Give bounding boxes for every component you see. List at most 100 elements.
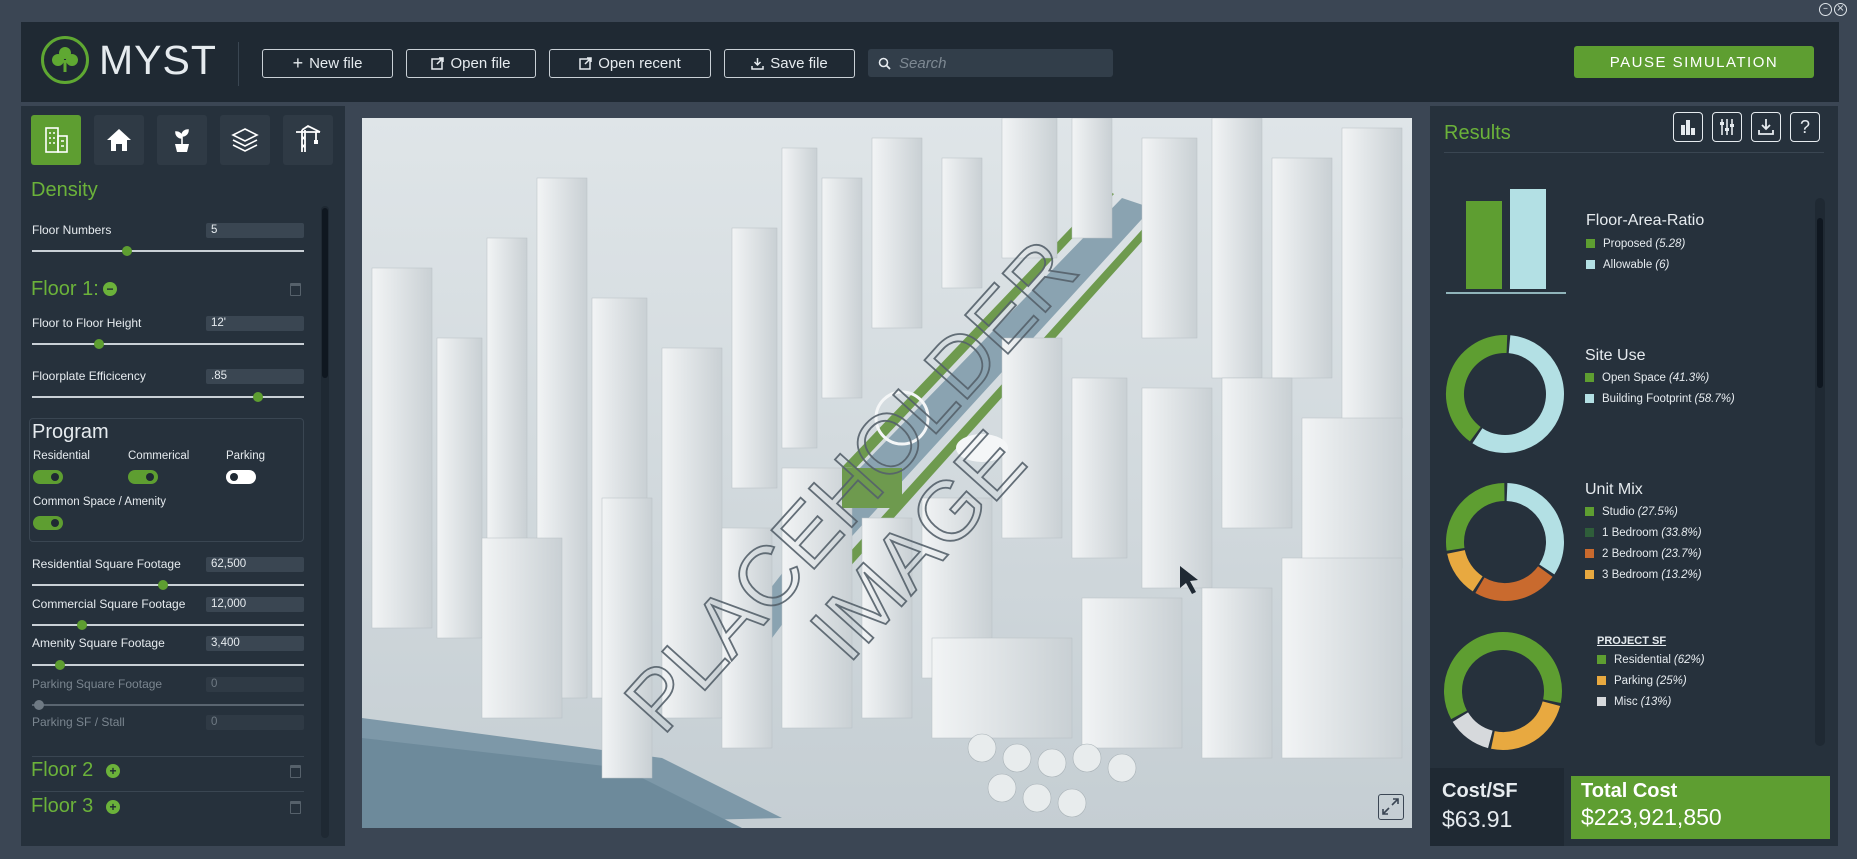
- floor-3-title[interactable]: Floor 3: [31, 795, 93, 818]
- bar-chart-icon[interactable]: [1673, 112, 1703, 142]
- trash-icon[interactable]: [290, 283, 301, 296]
- save-file-button[interactable]: Save file: [724, 49, 855, 78]
- scrollbar-thumb[interactable]: [1817, 218, 1823, 388]
- legend-swatch: [1585, 549, 1594, 558]
- trash-icon[interactable]: [290, 801, 301, 814]
- slider-thumb[interactable]: [122, 246, 132, 256]
- slider-thumb[interactable]: [253, 392, 263, 402]
- donut-slice-building-footprint: [1472, 335, 1564, 453]
- total-cost-value: $223,921,850: [1581, 804, 1722, 830]
- parking-label: Parking: [226, 450, 265, 462]
- unit-mix-legend: Studio (27.5%) 1 Bedroom (33.8%) 2 Bedroom…: [1585, 501, 1702, 585]
- legend-value: (5.28): [1655, 237, 1686, 250]
- commercial-sf-slider[interactable]: [32, 620, 304, 630]
- building-tool-button[interactable]: [31, 115, 81, 165]
- expand-floor-2-icon[interactable]: +: [106, 764, 120, 778]
- minimize-icon[interactable]: –: [1819, 3, 1832, 16]
- new-file-button[interactable]: + New file: [262, 49, 393, 78]
- slider-thumb[interactable]: [34, 700, 44, 710]
- parking-toggle[interactable]: [226, 470, 256, 484]
- close-icon[interactable]: ×: [1834, 3, 1847, 16]
- open-recent-label: Open recent: [598, 55, 681, 72]
- cost-per-sf-value: $63.91: [1442, 806, 1513, 832]
- collapse-floor-1-icon[interactable]: −: [103, 282, 117, 296]
- layers-icon: [231, 128, 259, 152]
- donut-slice-parking: [1491, 700, 1561, 750]
- search-input[interactable]: Search: [868, 49, 1113, 77]
- amenity-sf-label: Amenity Square Footage: [32, 636, 165, 650]
- parking-sf-input[interactable]: 0: [206, 677, 304, 692]
- commercial-sf-input[interactable]: 12,000: [206, 597, 304, 612]
- slider-thumb[interactable]: [94, 339, 104, 349]
- residential-sf-slider[interactable]: [32, 580, 304, 590]
- legend-value: (41.3%): [1668, 371, 1710, 384]
- legend-label: 2 Bedroom: [1602, 547, 1659, 560]
- commercial-sf-label: Commercial Square Footage: [32, 597, 186, 611]
- legend-item: Studio (27.5%): [1585, 501, 1702, 522]
- layers-tool-button[interactable]: [220, 115, 270, 165]
- legend-label: 1 Bedroom: [1602, 526, 1659, 539]
- open-recent-button[interactable]: Open recent: [549, 49, 711, 78]
- slider-thumb[interactable]: [77, 620, 87, 630]
- search-placeholder: Search: [899, 54, 947, 72]
- trash-icon[interactable]: [290, 765, 301, 778]
- site-use-legend: Open Space (41.3%) Building Footprint (58.…: [1585, 367, 1735, 409]
- unit-mix-title: Unit Mix: [1585, 481, 1643, 498]
- legend-item: Parking (25%): [1597, 670, 1705, 691]
- left-scrollbar[interactable]: [321, 206, 329, 838]
- parking-sf-label: Parking Square Footage: [32, 677, 163, 691]
- sliders-icon[interactable]: [1712, 112, 1742, 142]
- legend-label: Misc: [1614, 695, 1638, 708]
- program-box: Program Residential Commerical Parking C…: [29, 418, 304, 542]
- site-use-donut-chart: [1446, 335, 1564, 453]
- floor-to-floor-input[interactable]: 12': [206, 316, 304, 331]
- legend-swatch: [1597, 655, 1606, 664]
- legend-value: (25%): [1656, 674, 1687, 687]
- legend-value: (23.7%): [1661, 547, 1702, 560]
- city-viewport[interactable]: PLACEHOLDER IMAGE: [362, 118, 1412, 828]
- download-icon[interactable]: [1751, 112, 1781, 142]
- site-use-title: Site Use: [1585, 347, 1646, 364]
- parking-sf-slider[interactable]: [32, 700, 304, 710]
- commercial-toggle[interactable]: [128, 470, 158, 484]
- parking-stall-input[interactable]: 0: [206, 715, 304, 730]
- common-space-toggle[interactable]: [33, 516, 63, 530]
- floor-to-floor-slider[interactable]: [32, 339, 304, 349]
- slider-thumb[interactable]: [55, 660, 65, 670]
- expand-icon[interactable]: [1378, 794, 1404, 820]
- expand-floor-3-icon[interactable]: +: [106, 800, 120, 814]
- plant-tool-button[interactable]: [157, 115, 207, 165]
- project-sf-title: PROJECT SF: [1597, 635, 1667, 647]
- floor-2-title[interactable]: Floor 2: [31, 759, 93, 782]
- donut-slice-studio: [1446, 483, 1505, 551]
- legend-item: Allowable (6): [1586, 254, 1685, 275]
- amenity-sf-input[interactable]: 3,400: [206, 636, 304, 651]
- legend-value: (6): [1655, 258, 1670, 271]
- floor-numbers-slider[interactable]: [32, 246, 304, 256]
- slider-thumb[interactable]: [158, 580, 168, 590]
- far-allowable-bar: [1510, 189, 1546, 289]
- residential-toggle[interactable]: [33, 470, 63, 484]
- residential-sf-input[interactable]: 62,500: [206, 557, 304, 572]
- building-icon: [45, 127, 68, 153]
- pause-simulation-button[interactable]: PAUSE SIMULATION: [1574, 46, 1814, 78]
- scrollbar-thumb[interactable]: [322, 208, 328, 378]
- efficiency-slider[interactable]: [32, 392, 304, 402]
- home-tool-button[interactable]: [94, 115, 144, 165]
- results-scrollbar[interactable]: [1815, 198, 1825, 746]
- legend-label: Parking: [1614, 674, 1653, 687]
- amenity-sf-slider[interactable]: [32, 660, 304, 670]
- help-icon[interactable]: ?: [1790, 112, 1820, 142]
- common-space-label: Common Space / Amenity: [33, 496, 166, 508]
- legend-label: 3 Bedroom: [1602, 568, 1659, 581]
- crane-tool-button[interactable]: [283, 115, 333, 165]
- app-name: MYST: [99, 36, 217, 83]
- new-file-label: New file: [309, 55, 363, 72]
- legend-swatch: [1585, 528, 1594, 537]
- far-proposed-bar: [1466, 201, 1502, 289]
- legend-value: (13%): [1640, 695, 1672, 708]
- efficiency-input[interactable]: .85: [206, 369, 304, 384]
- window-controls: – ×: [1819, 3, 1847, 16]
- floor-numbers-input[interactable]: 5: [206, 223, 304, 238]
- open-file-button[interactable]: Open file: [406, 49, 536, 78]
